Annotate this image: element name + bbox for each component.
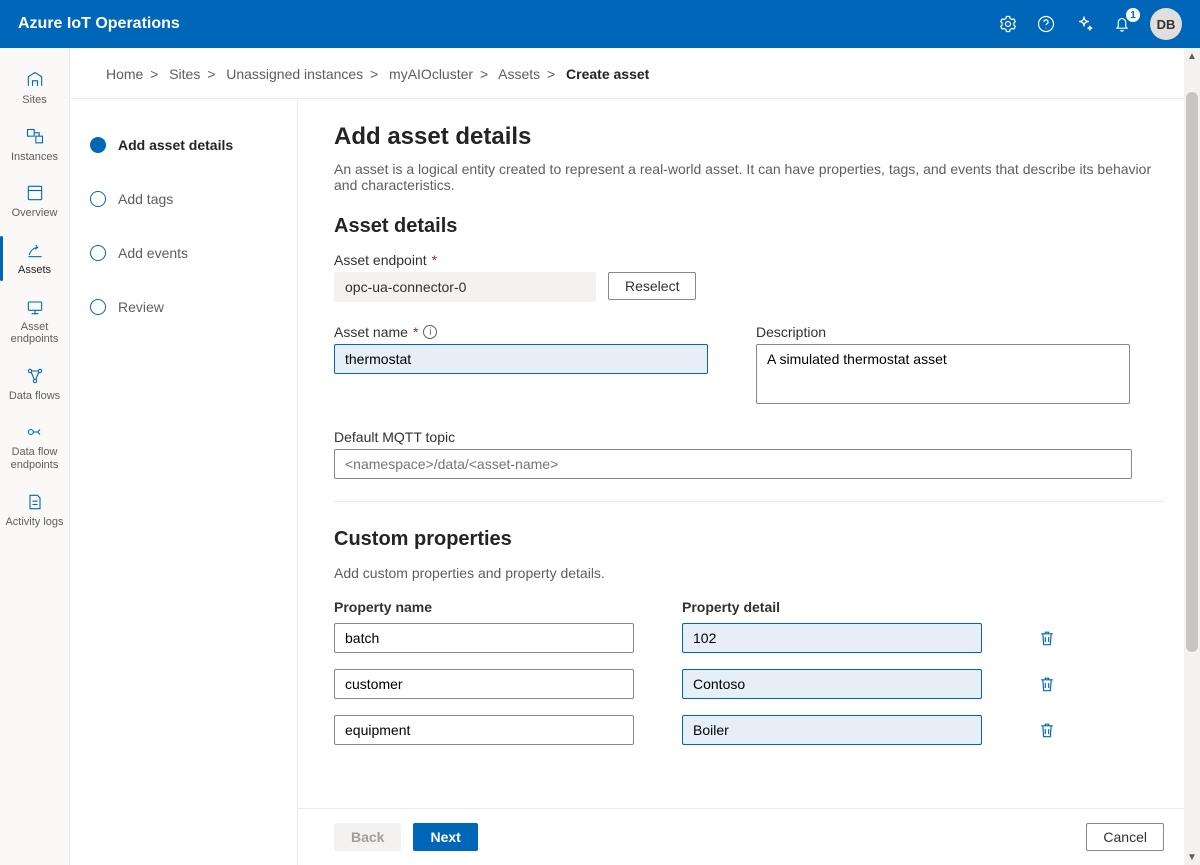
wizard-bullet-icon [90, 245, 106, 261]
asset-endpoints-icon [25, 297, 45, 317]
property-detail-input[interactable] [682, 669, 982, 699]
wizard-bullet-icon [90, 137, 106, 153]
wizard-step-label: Add tags [118, 191, 173, 207]
trash-icon [1037, 674, 1057, 694]
rail-item-assets[interactable]: Assets [0, 230, 69, 287]
trash-icon [1037, 720, 1057, 740]
next-button[interactable]: Next [413, 823, 477, 851]
col-property-name: Property name [334, 599, 634, 615]
rail-label: Data flows [9, 390, 60, 403]
notification-badge: 1 [1126, 8, 1140, 22]
property-detail-input[interactable] [682, 715, 982, 745]
assets-icon [25, 240, 45, 260]
property-row [334, 623, 1164, 653]
divider [334, 501, 1164, 502]
name-label: Asset name* i [334, 324, 708, 340]
rail-item-sites[interactable]: Sites [0, 60, 69, 117]
wizard-step-tags[interactable]: Add tags [90, 181, 277, 217]
rail-label: Sites [22, 94, 46, 107]
scrollbar[interactable]: ▲ ▼ [1184, 48, 1200, 865]
rail-label: Activity logs [5, 516, 63, 529]
property-name-input[interactable] [334, 669, 634, 699]
info-icon[interactable]: i [423, 325, 437, 339]
property-row [334, 669, 1164, 699]
sidebar-rail: Sites Instances Overview Assets Asset en… [0, 48, 70, 865]
rail-item-dataflows[interactable]: Data flows [0, 356, 69, 413]
wizard-step-label: Add events [118, 245, 188, 261]
rail-label: Overview [12, 207, 58, 220]
breadcrumb-link[interactable]: Unassigned instances [226, 66, 363, 82]
scroll-thumb[interactable] [1186, 92, 1198, 652]
asset-endpoint-field [334, 272, 596, 302]
wizard-step-details[interactable]: Add asset details [90, 127, 277, 163]
avatar[interactable]: DB [1150, 8, 1182, 40]
instances-icon [25, 127, 45, 147]
wizard-step-review[interactable]: Review [90, 289, 277, 325]
back-button: Back [334, 823, 401, 851]
wizard-bullet-icon [90, 191, 106, 207]
wizard-nav: Add asset details Add tags Add events Re… [70, 99, 298, 865]
scroll-up-icon[interactable]: ▲ [1184, 48, 1200, 64]
help-icon [1036, 14, 1056, 34]
delete-property-button[interactable] [1030, 720, 1064, 740]
section-custom-properties: Custom properties [334, 528, 1164, 551]
rail-label: Asset endpoints [4, 321, 65, 346]
rail-item-asset-endpoints[interactable]: Asset endpoints [0, 287, 69, 356]
breadcrumb: Home > Sites > Unassigned instances > my… [70, 48, 1200, 99]
rail-label: Instances [11, 151, 58, 164]
scroll-down-icon[interactable]: ▼ [1184, 849, 1200, 865]
property-name-input[interactable] [334, 623, 634, 653]
property-row [334, 715, 1164, 745]
notifications-button[interactable]: 1 [1112, 14, 1132, 34]
trash-icon [1037, 628, 1057, 648]
property-name-input[interactable] [334, 715, 634, 745]
section-asset-details: Asset details [334, 215, 1164, 238]
rail-label: Data flow endpoints [4, 446, 65, 471]
breadcrumb-link[interactable]: Sites [169, 66, 200, 82]
cancel-button[interactable]: Cancel [1086, 823, 1164, 851]
property-detail-input[interactable] [682, 623, 982, 653]
wizard-step-label: Add asset details [118, 137, 233, 153]
breadcrumb-link[interactable]: Assets [498, 66, 540, 82]
rail-item-activity-logs[interactable]: Activity logs [0, 482, 69, 539]
delete-property-button[interactable] [1030, 628, 1064, 648]
rail-item-dataflow-endpoints[interactable]: Data flow endpoints [0, 412, 69, 481]
rail-item-instances[interactable]: Instances [0, 117, 69, 174]
app-title: Azure IoT Operations [18, 15, 180, 33]
description-input[interactable]: A simulated thermostat asset [756, 344, 1130, 404]
wizard-step-label: Review [118, 299, 164, 315]
sparkle-icon [1074, 14, 1094, 34]
dataflow-endpoints-icon [25, 422, 45, 442]
description-label: Description [756, 324, 1130, 340]
footer-bar: Back Next Cancel [298, 808, 1200, 865]
asset-name-input[interactable] [334, 344, 708, 374]
mqtt-label: Default MQTT topic [334, 429, 1164, 445]
wizard-bullet-icon [90, 299, 106, 315]
activity-logs-icon [25, 492, 45, 512]
breadcrumb-link[interactable]: Home [106, 66, 143, 82]
form-area: Add asset details An asset is a logical … [298, 99, 1200, 808]
custom-props-description: Add custom properties and property detai… [334, 565, 1164, 581]
breadcrumb-current: Create asset [566, 66, 649, 82]
page-title: Add asset details [334, 123, 1164, 151]
gear-icon [998, 14, 1018, 34]
dataflows-icon [25, 366, 45, 386]
endpoint-label: Asset endpoint* [334, 252, 1164, 268]
overview-icon [25, 183, 45, 203]
mqtt-topic-input[interactable] [334, 449, 1132, 479]
rail-item-overview[interactable]: Overview [0, 173, 69, 230]
feedback-button[interactable] [1074, 14, 1094, 34]
help-button[interactable] [1036, 14, 1056, 34]
breadcrumb-link[interactable]: myAIOcluster [389, 66, 473, 82]
delete-property-button[interactable] [1030, 674, 1064, 694]
wizard-step-events[interactable]: Add events [90, 235, 277, 271]
settings-button[interactable] [998, 14, 1018, 34]
sites-icon [25, 70, 45, 90]
rail-label: Assets [18, 264, 51, 277]
topbar: Azure IoT Operations 1 DB [0, 0, 1200, 48]
col-property-detail: Property detail [682, 599, 982, 615]
page-description: An asset is a logical entity created to … [334, 161, 1164, 193]
reselect-button[interactable]: Reselect [608, 272, 696, 300]
